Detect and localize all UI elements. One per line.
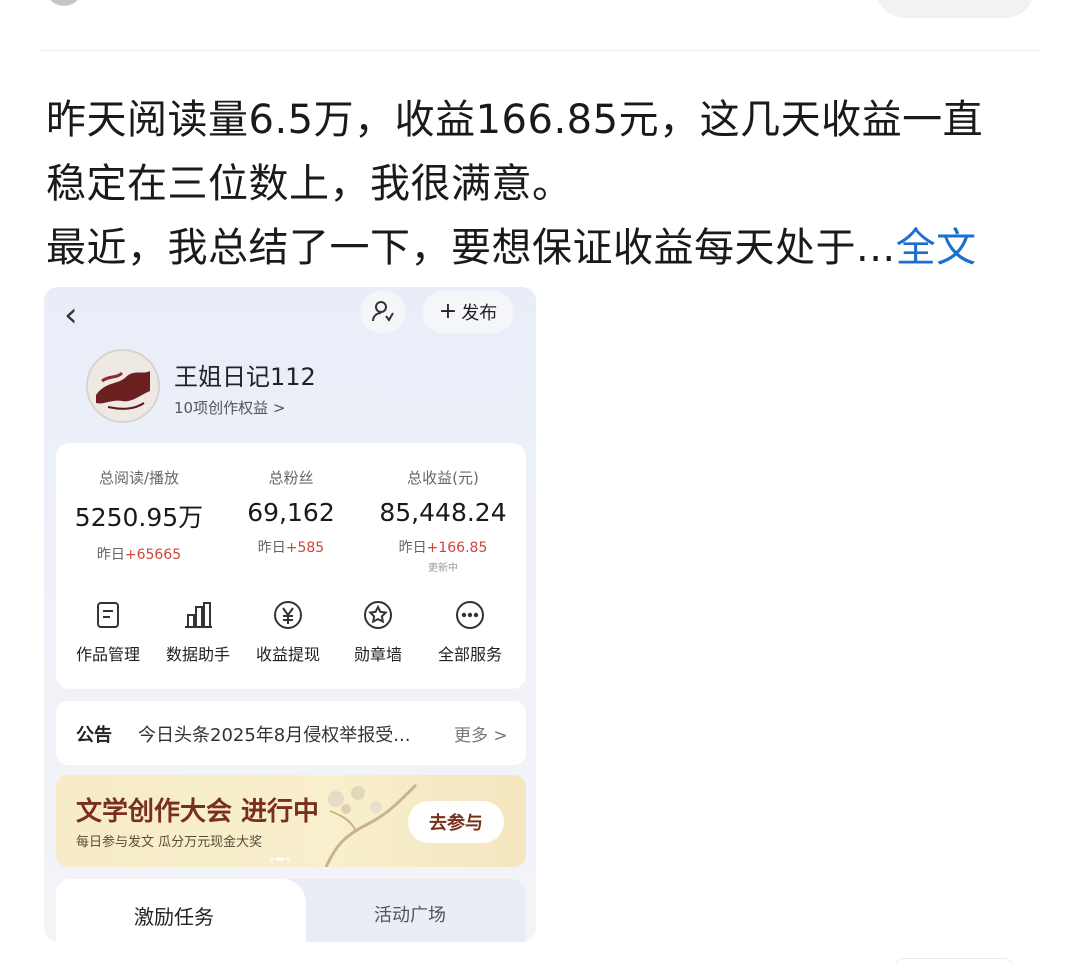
- delta-value: +166.85: [426, 540, 488, 556]
- delta-prefix: 昨日: [398, 540, 427, 556]
- stat-total-fans[interactable]: 总粉丝 69,162 昨日+585: [216, 467, 366, 557]
- join-button[interactable]: 去参与: [408, 801, 504, 843]
- service-label: 收益提现: [255, 645, 320, 664]
- service-all[interactable]: 全部服务: [428, 599, 512, 665]
- post-line-3: 最近，我总结了一下，要想保证收益每天处于...全文: [46, 216, 1036, 280]
- announcement-text: 今日头条2025年8月侵权举报受...: [138, 725, 411, 746]
- yuan-coin-icon: [274, 601, 302, 629]
- stat-label: 总阅读/播放: [98, 469, 180, 487]
- bar-chart-icon: [185, 602, 212, 628]
- banner-title: 文学创作大会 进行中: [76, 797, 320, 827]
- post-body: 昨天阅读量6.5万，收益166.85元，这几天收益一直 稳定在三位数上，我很满意…: [46, 88, 1036, 280]
- stat-delta: 昨日+65665: [64, 544, 214, 564]
- document-icon: [97, 602, 119, 628]
- medal-icon: [364, 601, 392, 629]
- divider: [40, 50, 1040, 51]
- more-dots-icon: [456, 601, 484, 629]
- more-link[interactable]: 更多 >: [454, 721, 508, 746]
- stat-value: 85,448.24: [379, 498, 507, 527]
- carousel-dots: [270, 857, 290, 861]
- delta-value: +585: [285, 540, 325, 556]
- stat-value: 5250.95万: [74, 503, 204, 532]
- stat-total-earnings[interactable]: 总收益(元) 85,448.24 昨日+166.85 更新中: [368, 467, 518, 574]
- service-withdraw[interactable]: 收益提现: [246, 599, 330, 665]
- publish-label: 发布: [461, 303, 498, 324]
- post-image[interactable]: ‹ + 发布 王姐日记112 10项创作权益 > 总阅读/播放 5250.95万…: [44, 287, 536, 942]
- stat-total-reads[interactable]: 总阅读/播放 5250.95万 昨日+65665: [64, 467, 214, 564]
- service-label: 作品管理: [75, 645, 140, 664]
- service-works-management[interactable]: 作品管理: [66, 599, 150, 665]
- profile-avatar: [86, 349, 160, 423]
- stat-label: 总粉丝: [268, 469, 314, 487]
- stat-label: 总收益(元): [407, 469, 479, 487]
- service-medal-wall[interactable]: 勋章墙: [336, 599, 420, 665]
- service-label: 数据助手: [165, 645, 230, 664]
- service-label: 勋章墙: [353, 645, 402, 664]
- tab-label-activity[interactable]: 活动广场: [374, 901, 446, 927]
- delta-prefix: 昨日: [257, 540, 286, 556]
- user-verify-icon: [360, 291, 406, 333]
- service-data-assistant[interactable]: 数据助手: [156, 599, 240, 665]
- username: 王姐日记112: [174, 363, 316, 391]
- post-line-1: 昨天阅读量6.5万，收益166.85元，这几天收益一直: [46, 97, 984, 143]
- delta-value: +65665: [124, 547, 182, 563]
- back-icon: ‹: [64, 295, 78, 335]
- post-line-2: 稳定在三位数上，我很满意。: [46, 161, 573, 207]
- event-banner[interactable]: 文学创作大会 进行中 每日参与发文 瓜分万元现金大奖 去参与: [56, 775, 526, 867]
- tab-label-incentive[interactable]: 激励任务: [134, 901, 214, 930]
- bottom-action-button[interactable]: [894, 958, 1014, 964]
- post-line-3-text: 最近，我总结了一下，要想保证收益每天处于...: [46, 225, 896, 271]
- plus-icon: +: [438, 298, 458, 324]
- update-status: 更新中: [428, 563, 458, 574]
- stat-value: 69,162: [247, 498, 335, 527]
- creator-rights-link[interactable]: 10项创作权益 >: [174, 397, 285, 418]
- bottom-tabs: 激励任务 活动广场: [56, 879, 526, 942]
- banner-subtitle: 每日参与发文 瓜分万元现金大奖: [76, 835, 263, 850]
- delta-prefix: 昨日: [96, 547, 125, 563]
- full-text-link[interactable]: 全文: [896, 225, 977, 271]
- stats-card: 总阅读/播放 5250.95万 昨日+65665 总粉丝 69,162 昨日+5…: [56, 443, 526, 689]
- service-label: 全部服务: [437, 645, 502, 664]
- stat-delta: 昨日+585: [216, 537, 366, 557]
- follow-button[interactable]: [876, 0, 1034, 18]
- stat-delta: 昨日+166.85: [368, 537, 518, 557]
- publish-button[interactable]: + 发布: [422, 291, 514, 333]
- author-avatar[interactable]: [46, 0, 82, 6]
- announcement-bar[interactable]: 公告 今日头条2025年8月侵权举报受... 更多 >: [56, 701, 526, 765]
- announcement-tag: 公告: [76, 725, 112, 746]
